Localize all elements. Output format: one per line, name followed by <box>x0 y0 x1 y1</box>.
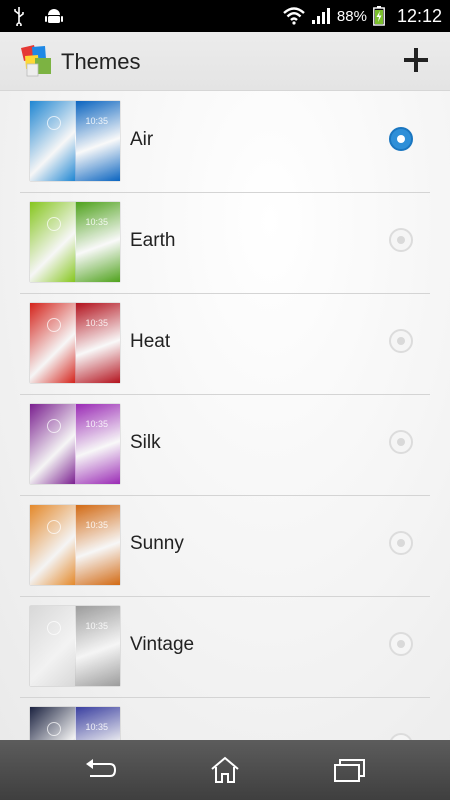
navigation-bar <box>0 740 450 800</box>
lockscreen-preview <box>30 505 75 585</box>
radio-dot <box>397 135 405 143</box>
theme-thumbnail: 10:35 <box>30 606 120 686</box>
signal-icon <box>311 7 331 25</box>
preview-clock: 10:35 <box>85 318 108 328</box>
theme-row[interactable]: 10:35 <box>20 697 430 740</box>
add-theme-button[interactable] <box>402 46 430 74</box>
theme-thumbnail: 10:35 <box>30 707 120 740</box>
lockscreen-preview <box>30 303 75 383</box>
lock-icon <box>47 318 61 332</box>
homescreen-preview: 10:35 <box>75 303 120 383</box>
homescreen-preview: 10:35 <box>75 606 120 686</box>
theme-row[interactable]: 10:35 Silk <box>20 394 430 496</box>
lockscreen-preview <box>30 202 75 282</box>
theme-radio-button[interactable] <box>389 127 413 151</box>
android-debug-icon <box>44 6 64 26</box>
homescreen-preview: 10:35 <box>75 101 120 181</box>
preview-clock: 10:35 <box>85 621 108 631</box>
lock-icon <box>47 419 61 433</box>
theme-radio-button[interactable] <box>389 632 413 656</box>
homescreen-preview: 10:35 <box>75 505 120 585</box>
theme-thumbnail: 10:35 <box>30 404 120 484</box>
theme-row[interactable]: 10:35 Heat <box>20 293 430 395</box>
theme-radio-button[interactable] <box>389 531 413 555</box>
radio-dot <box>397 539 405 547</box>
home-icon <box>211 756 239 783</box>
status-bar: 88% 12:12 <box>0 0 450 32</box>
themes-app-icon[interactable] <box>18 44 54 80</box>
lockscreen-preview <box>30 707 75 740</box>
preview-clock: 10:35 <box>85 217 108 227</box>
preview-clock: 10:35 <box>85 116 108 126</box>
theme-row[interactable]: 10:35 Vintage <box>20 596 430 698</box>
theme-radio-button[interactable] <box>389 430 413 454</box>
recent-apps-icon <box>334 759 365 782</box>
theme-thumbnail: 10:35 <box>30 303 120 383</box>
radio-dot <box>397 236 405 244</box>
theme-radio-button[interactable] <box>389 329 413 353</box>
preview-clock: 10:35 <box>85 722 108 732</box>
lockscreen-preview <box>30 606 75 686</box>
lockscreen-preview <box>30 404 75 484</box>
lock-icon <box>47 722 61 736</box>
wifi-icon <box>283 7 305 25</box>
theme-name: Vintage <box>130 634 195 655</box>
page-title: Themes <box>61 49 141 74</box>
clock: 12:12 <box>396 5 442 26</box>
preview-clock: 10:35 <box>85 419 108 429</box>
theme-name: Sunny <box>130 533 184 554</box>
lock-icon <box>47 116 61 130</box>
homescreen-preview: 10:35 <box>75 707 120 740</box>
lockscreen-preview <box>30 101 75 181</box>
theme-name: Silk <box>130 432 161 453</box>
battery-percent: 88% <box>336 7 367 25</box>
homescreen-preview: 10:35 <box>75 202 120 282</box>
recent-apps-button[interactable] <box>333 756 367 784</box>
theme-thumbnail: 10:35 <box>30 101 120 181</box>
radio-dot <box>397 438 405 446</box>
homescreen-preview: 10:35 <box>75 404 120 484</box>
radio-dot <box>397 640 405 648</box>
theme-list[interactable]: 10:35 Air 10:35 Earth 10:35 Heat 10:35 Silk 10:3… <box>0 91 450 740</box>
theme-row[interactable]: 10:35 Earth <box>20 192 430 294</box>
theme-radio-button[interactable] <box>389 228 413 252</box>
home-button[interactable] <box>208 756 242 784</box>
action-bar: Themes <box>0 32 450 91</box>
theme-thumbnail: 10:35 <box>30 202 120 282</box>
theme-name: Heat <box>130 331 171 352</box>
radio-dot <box>397 337 405 345</box>
back-button[interactable] <box>84 756 118 784</box>
theme-radio-button[interactable] <box>389 733 413 740</box>
lock-icon <box>47 520 61 534</box>
preview-clock: 10:35 <box>85 520 108 530</box>
theme-row[interactable]: 10:35 Sunny <box>20 495 430 597</box>
usb-icon <box>12 6 26 26</box>
lock-icon <box>47 621 61 635</box>
battery-charging-icon <box>373 6 385 26</box>
back-icon <box>86 759 117 777</box>
theme-row[interactable]: 10:35 Air <box>20 91 430 193</box>
theme-thumbnail: 10:35 <box>30 505 120 585</box>
lock-icon <box>47 217 61 231</box>
theme-name: Air <box>130 129 154 150</box>
theme-name: Earth <box>130 230 176 251</box>
